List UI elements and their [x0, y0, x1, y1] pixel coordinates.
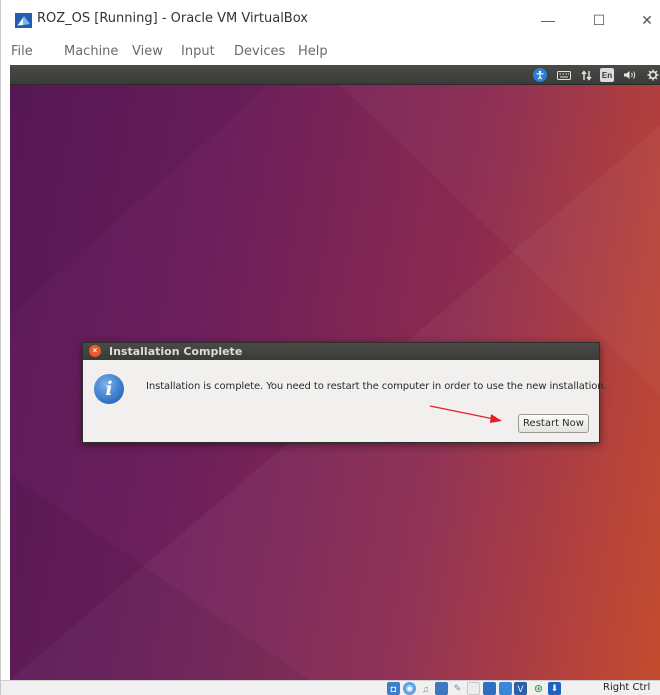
language-indicator[interactable]: En: [600, 68, 614, 82]
guest-top-panel: En: [10, 65, 660, 85]
dialog-title-bar: × Installation Complete: [83, 343, 599, 360]
mouse-integration-icon[interactable]: ⊛: [532, 682, 545, 695]
accessibility-icon[interactable]: [533, 68, 547, 82]
keyboard-capture-icon[interactable]: ⬇: [548, 682, 561, 695]
minimize-button[interactable]: —: [533, 8, 563, 32]
guest-desktop: × Installation Complete i Installation i…: [10, 85, 660, 680]
display-icon[interactable]: [483, 682, 496, 695]
menu-devices[interactable]: Devices: [234, 44, 285, 59]
virtualbox-window: ROZ_OS [Running] - Oracle VM VirtualBox …: [0, 0, 660, 695]
dialog-title: Installation Complete: [109, 345, 243, 358]
status-bar: ◘ ◉ ♫ ✎ V ⊛ ⬇ Right Ctrl: [1, 680, 660, 695]
menu-machine[interactable]: Machine: [64, 44, 118, 59]
menu-file[interactable]: File: [11, 44, 33, 59]
virtualization-icon[interactable]: V: [514, 682, 527, 695]
virtualbox-icon: [15, 13, 32, 28]
host-key-label: Right Ctrl: [603, 682, 651, 693]
settings-gear-icon[interactable]: [646, 68, 660, 82]
shared-folders-icon[interactable]: [467, 682, 480, 695]
window-title: ROZ_OS [Running] - Oracle VM VirtualBox: [37, 11, 308, 26]
restart-now-button[interactable]: Restart Now: [518, 414, 589, 433]
maximize-button[interactable]: ☐: [584, 8, 614, 32]
audio-icon[interactable]: ♫: [419, 682, 432, 695]
menu-bar: File Machine View Input Devices Help: [1, 38, 660, 65]
installation-complete-dialog: × Installation Complete i Installation i…: [82, 342, 607, 443]
usb-icon[interactable]: ✎: [451, 682, 464, 695]
close-button[interactable]: ✕: [632, 8, 660, 32]
volume-icon[interactable]: [622, 68, 638, 82]
menu-help[interactable]: Help: [298, 44, 328, 59]
keyboard-icon[interactable]: [556, 68, 572, 82]
hard-disk-icon[interactable]: ◘: [387, 682, 400, 695]
title-bar: ROZ_OS [Running] - Oracle VM VirtualBox …: [1, 0, 660, 38]
network-adapter-icon[interactable]: [435, 682, 448, 695]
info-icon: i: [94, 374, 124, 404]
network-icon[interactable]: [579, 68, 593, 82]
optical-drive-icon[interactable]: ◉: [403, 682, 416, 695]
dialog-close-button[interactable]: ×: [89, 345, 101, 357]
menu-input[interactable]: Input: [181, 44, 215, 59]
capture-icon[interactable]: [499, 682, 512, 695]
dialog-message: Installation is complete. You need to re…: [146, 381, 607, 392]
menu-view[interactable]: View: [132, 44, 163, 59]
